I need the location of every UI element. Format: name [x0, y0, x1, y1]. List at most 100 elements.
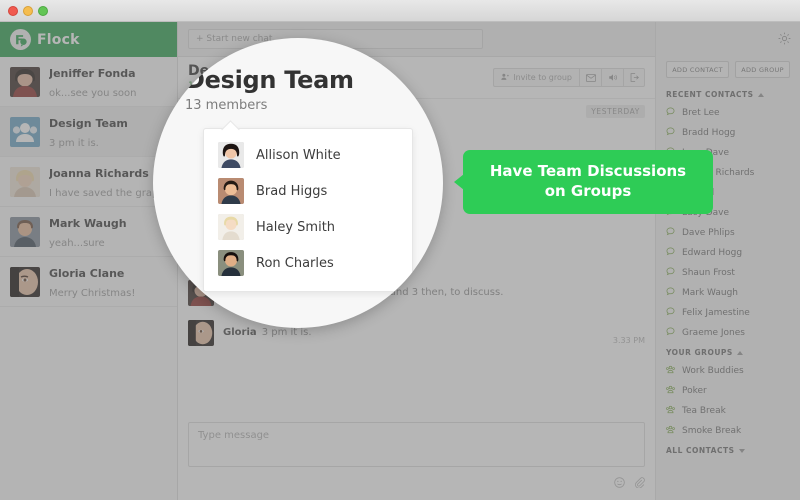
group-row-smoke-break[interactable]: Smoke Break — [656, 421, 800, 441]
chat-bubble-icon — [666, 267, 675, 279]
member-row-brad-higgs[interactable]: Brad Higgs — [204, 173, 412, 209]
triangle-down-icon[interactable] — [738, 448, 745, 453]
message-timestamp: 3.33 PM — [612, 336, 645, 345]
avatar-ron — [218, 250, 244, 276]
sidebar-chat-name: Jeniffer Fonda — [49, 67, 136, 80]
contact-label: Bret Lee — [682, 108, 720, 118]
chat-bubble-icon — [666, 247, 675, 259]
sidebar-chat-name: Design Team — [49, 117, 128, 130]
contact-label: Mark Waugh — [682, 288, 739, 298]
contact-row-dave-phlips[interactable]: Dave Phlips — [656, 223, 800, 243]
section-header-recent-contacts[interactable]: RECENT CONTACTS — [656, 85, 800, 103]
sidebar-chat-preview: ok...see you soon — [49, 88, 137, 99]
sidebar-chat-texts: Gloria Clane Merry Christmas! — [49, 262, 167, 301]
contact-label: Shaun Frost — [682, 268, 735, 278]
day-separator-label: YESTERDAY — [586, 105, 645, 118]
group-icon — [666, 365, 675, 377]
group-label: Smoke Break — [682, 426, 742, 436]
add-person-icon — [501, 73, 509, 83]
group-row-tea-break[interactable]: Tea Break — [656, 401, 800, 421]
window-titlebar — [0, 0, 800, 22]
contact-row-shaun-frost[interactable]: Shaun Frost — [656, 263, 800, 283]
gear-icon[interactable] — [778, 30, 791, 49]
contact-row-bret-lee[interactable]: Bret Lee — [656, 103, 800, 123]
contacts-panel-buttons: ADD CONTACT ADD GROUP — [656, 57, 800, 85]
member-row-haley-smith[interactable]: Haley Smith — [204, 209, 412, 245]
group-icon — [666, 405, 675, 417]
sidebar-chat-texts: Design Team 3 pm it is. — [49, 112, 167, 151]
exit-icon[interactable] — [623, 68, 645, 87]
avatar-haley — [218, 214, 244, 240]
avatar-jeniffer — [10, 66, 40, 97]
sidebar-chat-texts: Joanna Richards I have saved the graph — [49, 162, 167, 201]
member-row-ron-charles[interactable]: Ron Charles — [204, 245, 412, 281]
chat-bubble-icon — [666, 127, 675, 139]
avatar-allison — [218, 142, 244, 168]
composer: Type message — [178, 412, 655, 500]
invite-to-group-button[interactable]: Invite to group — [493, 68, 579, 87]
section-title: YOUR GROUPS — [666, 348, 733, 357]
sidebar-chat-mark-waugh[interactable]: Mark Waugh yeah...sure — [0, 207, 177, 257]
sidebar-chat-preview: 3 pm it is. — [49, 138, 99, 149]
composer-tools — [188, 467, 645, 492]
contacts-panel-topbar — [656, 22, 800, 57]
contact-row-mark-waugh[interactable]: Mark Waugh — [656, 283, 800, 303]
group-label: Tea Break — [682, 406, 726, 416]
mail-icon[interactable] — [579, 68, 601, 87]
section-title: RECENT CONTACTS — [666, 90, 754, 99]
group-header-actions: Invite to group — [493, 68, 645, 87]
minimize-window-button[interactable] — [23, 5, 33, 16]
invite-to-group-label: Invite to group — [513, 73, 572, 82]
contact-row-graeme-jones[interactable]: Graeme Jones — [656, 323, 800, 343]
brand-name: Flock — [37, 31, 80, 48]
sidebar-chat-jeniffer-fonda[interactable]: Jeniffer Fonda ok...see you soon — [0, 57, 177, 107]
member-name: Allison White — [256, 147, 341, 163]
callout-tooltip: Have Team Discussions on Groups — [454, 150, 713, 214]
group-avatar — [10, 116, 40, 147]
chat-bubble-icon — [666, 227, 675, 239]
magnified-members-count: 13 members — [185, 98, 268, 113]
chat-bubble-icon — [666, 287, 675, 299]
group-label: Poker — [682, 386, 707, 396]
triangle-up-icon[interactable] — [736, 350, 743, 355]
section-header-all-contacts[interactable]: ALL CONTACTS — [656, 441, 800, 459]
contact-label: Edward Hogg — [682, 248, 743, 258]
avatar-joanna — [10, 166, 40, 197]
section-header-your-groups[interactable]: YOUR GROUPS — [656, 343, 800, 361]
flock-logo-icon — [10, 29, 31, 50]
emoji-icon[interactable] — [614, 473, 625, 492]
sidebar-chat-joanna-richards[interactable]: Joanna Richards I have saved the graph — [0, 157, 177, 207]
attachment-icon[interactable] — [634, 473, 645, 492]
contact-label: Graeme Jones — [682, 328, 745, 338]
add-group-button[interactable]: ADD GROUP — [735, 61, 791, 78]
zoom-window-button[interactable] — [38, 5, 48, 16]
group-icon — [666, 425, 675, 437]
member-row-allison-white[interactable]: Allison White — [204, 137, 412, 173]
group-row-poker[interactable]: Poker — [656, 381, 800, 401]
message-sender: Gloria — [223, 327, 257, 338]
sidebar-chat-name: Gloria Clane — [49, 267, 125, 280]
contact-label: Dave Phlips — [682, 228, 735, 238]
speaker-icon[interactable] — [601, 68, 623, 87]
contact-row-bradd-hogg[interactable]: Bradd Hogg — [656, 123, 800, 143]
magnifier-circle: Design Team 13 members Allison White Bra… — [153, 38, 443, 328]
avatar-mark — [10, 216, 40, 247]
sidebar-chat-gloria-clane[interactable]: Gloria Clane Merry Christmas! — [0, 257, 177, 307]
brand-header: Flock — [0, 22, 177, 57]
member-name: Brad Higgs — [256, 183, 328, 199]
contacts-panel: ADD CONTACT ADD GROUP RECENT CONTACTS Br… — [655, 22, 800, 500]
triangle-up-icon[interactable] — [757, 92, 764, 97]
member-name: Ron Charles — [256, 255, 334, 271]
sidebar-chat-name: Mark Waugh — [49, 217, 127, 230]
avatar-brad — [218, 178, 244, 204]
add-contact-button[interactable]: ADD CONTACT — [666, 61, 730, 78]
message-input[interactable]: Type message — [188, 422, 645, 467]
group-row-work-buddies[interactable]: Work Buddies — [656, 361, 800, 381]
contact-row-felix-jamestine[interactable]: Felix Jamestine — [656, 303, 800, 323]
chat-bubble-icon — [666, 107, 675, 119]
contact-row-edward-hogg[interactable]: Edward Hogg — [656, 243, 800, 263]
members-popover: Allison White Brad Higgs Haley Smith Ron… — [203, 128, 413, 292]
app-window: Flock Jeniffer Fonda ok...see you soon D… — [0, 0, 800, 500]
close-window-button[interactable] — [8, 5, 18, 16]
sidebar-chat-design-team[interactable]: Design Team 3 pm it is. — [0, 107, 177, 157]
